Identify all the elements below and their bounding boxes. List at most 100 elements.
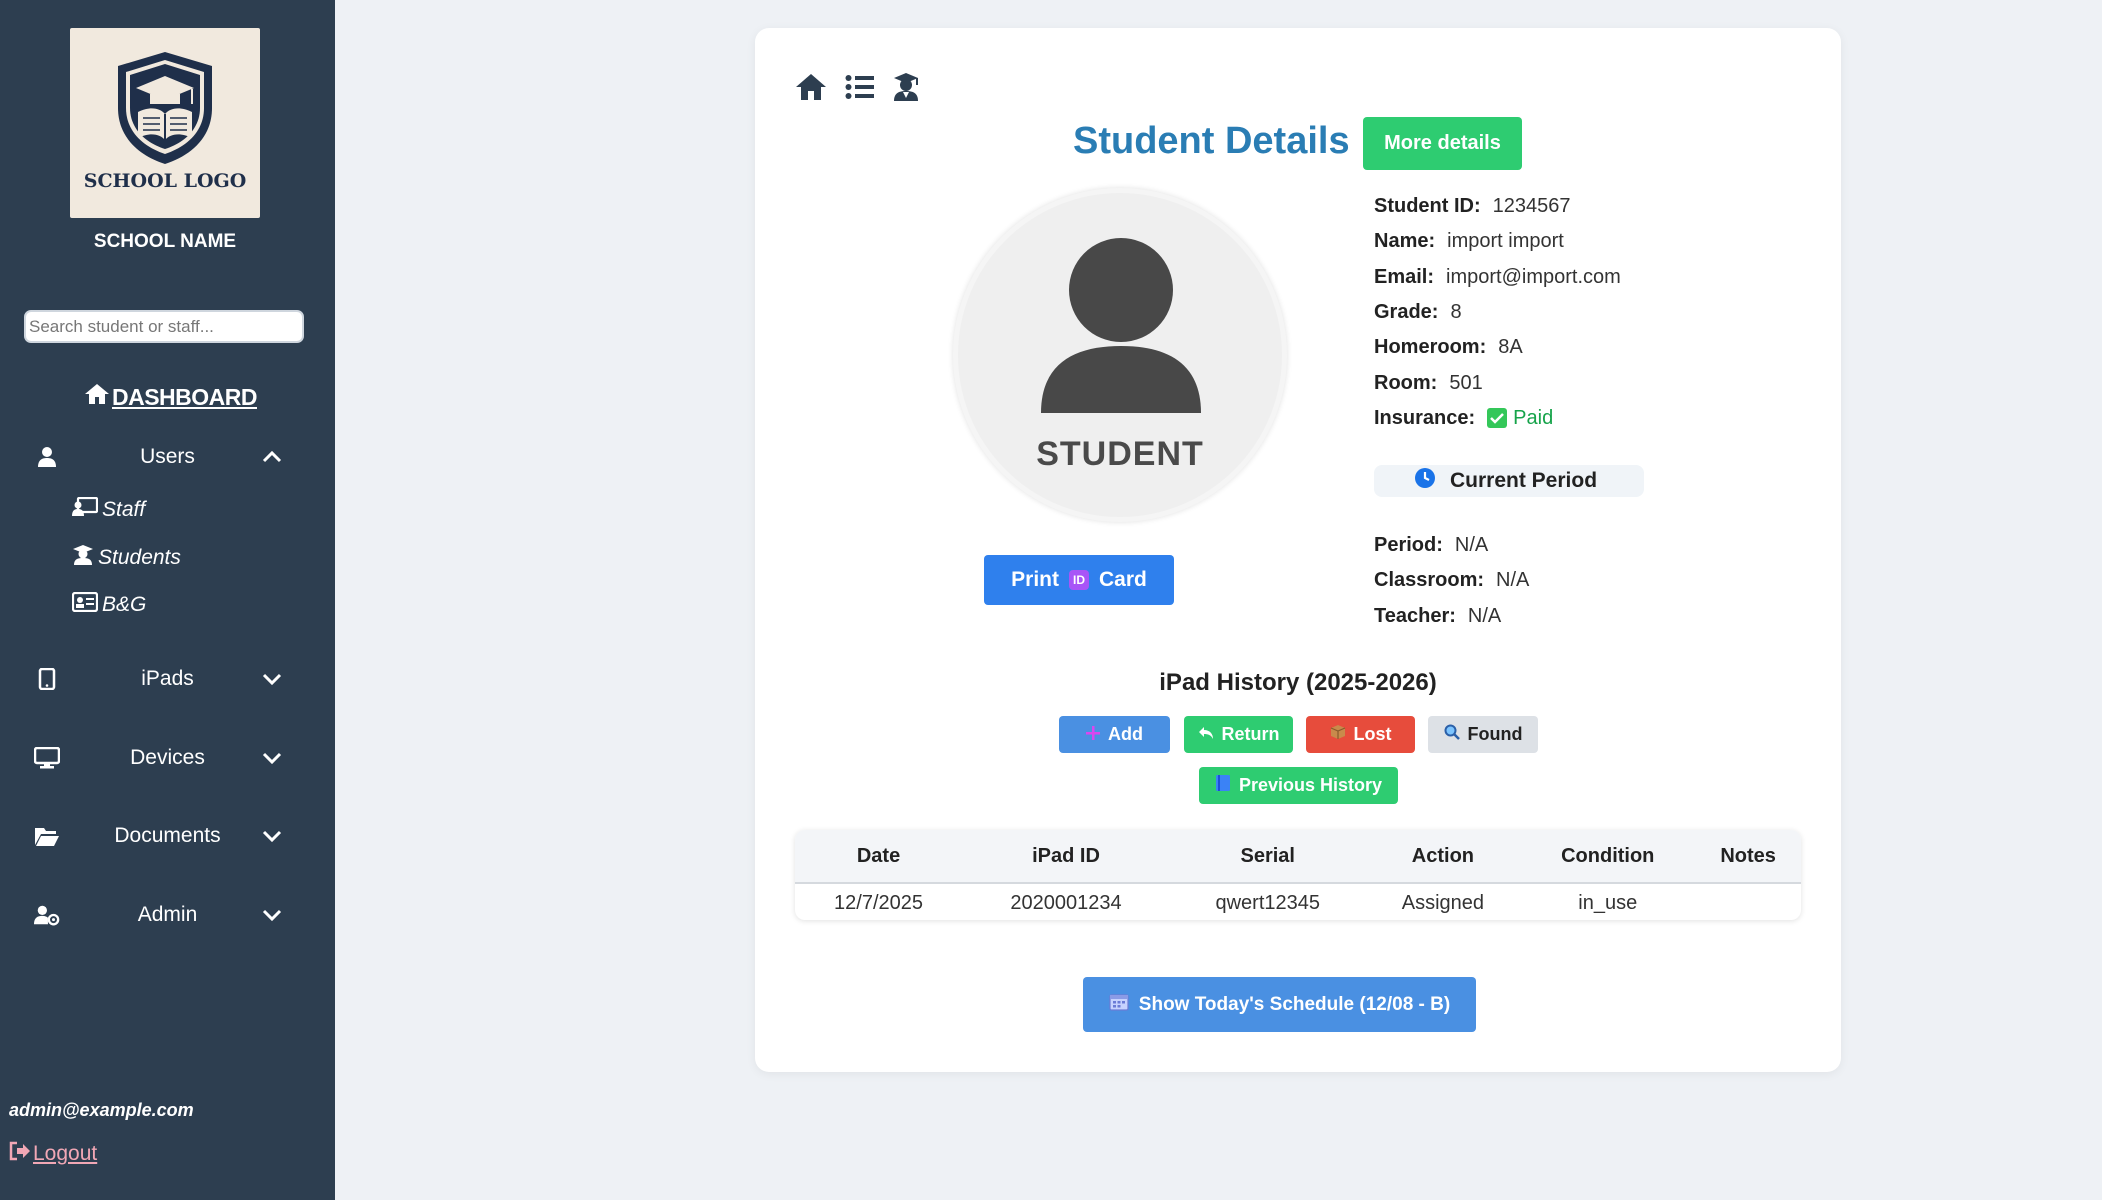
print-id-card-button[interactable]: Print ID Card xyxy=(984,555,1174,605)
info-row-homeroom: Homeroom: 8A xyxy=(1374,330,1621,365)
nav-group-documents[interactable]: Documents xyxy=(0,811,335,861)
found-label: Found xyxy=(1467,724,1523,744)
info-row-room: Room: 501 xyxy=(1374,365,1621,400)
sidebar-item-bg[interactable]: B&G xyxy=(71,589,147,621)
info-key: Email: xyxy=(1374,265,1435,288)
info-value: 8 xyxy=(1450,301,1462,324)
info-key: Student ID: xyxy=(1374,195,1481,218)
period-info: Period: N/A Classroom: N/A Teacher: N/A xyxy=(1374,528,1529,634)
package-icon xyxy=(1330,724,1346,745)
logout-label: Logout xyxy=(33,1142,98,1165)
table-cell: 2020001234 xyxy=(1010,892,1122,914)
clock-icon xyxy=(1414,467,1436,495)
info-value: 8A xyxy=(1498,336,1523,359)
school-name: SCHOOL NAME xyxy=(93,231,237,252)
tablet-icon xyxy=(34,666,60,692)
column-header: Notes xyxy=(1695,830,1801,884)
info-value: N/A xyxy=(1454,534,1489,557)
current-period-label: Current Period xyxy=(1450,469,1598,492)
info-key: Room: xyxy=(1374,371,1438,394)
info-row-classroom: Classroom: N/A xyxy=(1374,563,1529,598)
column-header: Action xyxy=(1365,830,1521,884)
logout-link[interactable]: Logout xyxy=(9,1141,97,1167)
table-header-row: Date iPad ID Serial Action Condition Not… xyxy=(795,830,1801,884)
found-button[interactable]: Found xyxy=(1428,716,1538,753)
previous-history-button[interactable]: Previous History xyxy=(1199,767,1398,804)
top-nav-icons xyxy=(795,72,919,102)
info-value: import import xyxy=(1447,230,1564,253)
magnifier-icon xyxy=(1444,724,1460,745)
table-cell: 12/7/2025 xyxy=(834,892,924,914)
home-icon[interactable] xyxy=(795,72,827,102)
info-key: Period: xyxy=(1374,534,1443,557)
column-header: Serial xyxy=(1169,830,1366,884)
info-row-grade: Grade: 8 xyxy=(1374,295,1621,330)
page-title: Student Details xyxy=(1073,120,1350,162)
sidebar-item-label: Students xyxy=(98,546,181,569)
dashboard-label: DASHBOARD xyxy=(112,383,258,410)
sidebar-item-label: B&G xyxy=(102,593,147,616)
current-period-header: Current Period xyxy=(1374,465,1644,497)
calendar-icon xyxy=(1109,993,1129,1017)
graduate-icon[interactable] xyxy=(893,72,919,102)
sign-out-icon xyxy=(9,1141,31,1167)
add-button[interactable]: Add xyxy=(1059,716,1170,753)
card-label: Card xyxy=(1098,568,1147,591)
info-key: Classroom: xyxy=(1374,569,1485,592)
nav-label-documents: Documents xyxy=(114,824,221,847)
insurance-status: Paid xyxy=(1487,407,1553,430)
chevron-down-icon[interactable] xyxy=(260,824,284,848)
column-header: Condition xyxy=(1520,830,1696,884)
add-label: Add xyxy=(1108,724,1143,744)
table-cell: in_use xyxy=(1578,892,1638,914)
nav-label-admin: Admin xyxy=(137,903,198,926)
info-row-email: Email: import@import.com xyxy=(1374,260,1621,295)
folder-icon xyxy=(34,823,60,849)
info-key: Insurance: xyxy=(1374,406,1476,429)
list-icon[interactable] xyxy=(845,74,875,100)
info-key: Homeroom: xyxy=(1374,336,1487,359)
table-cell xyxy=(1695,883,1801,920)
nav-group-users[interactable]: Users xyxy=(0,432,335,482)
sidebar-item-staff[interactable]: Staff xyxy=(72,494,145,526)
previous-history-label: Previous History xyxy=(1238,775,1383,795)
column-header: iPad ID xyxy=(962,830,1170,884)
sidebar-item-students[interactable]: Students xyxy=(72,542,181,574)
info-row-period: Period: N/A xyxy=(1374,528,1529,563)
info-key: Name: xyxy=(1374,230,1436,253)
lost-button[interactable]: Lost xyxy=(1306,716,1415,753)
chevron-down-icon[interactable] xyxy=(260,903,284,927)
chevron-up-icon[interactable] xyxy=(260,445,284,469)
info-row-student-id: Student ID: 1234567 xyxy=(1374,189,1621,224)
nav-label-users: Users xyxy=(140,445,195,468)
desktop-icon xyxy=(34,745,60,771)
nav-group-admin[interactable]: Admin xyxy=(0,890,335,940)
more-details-button[interactable]: More details xyxy=(1363,117,1522,170)
chevron-down-icon[interactable] xyxy=(260,667,284,691)
nav-group-ipads[interactable]: iPads xyxy=(0,654,335,704)
info-row-name: Name: import import xyxy=(1374,224,1621,259)
admin-email: admin@example.com xyxy=(9,1100,194,1120)
table-cell: Assigned xyxy=(1401,892,1485,914)
info-value: 501 xyxy=(1449,371,1483,394)
info-key: Teacher: xyxy=(1374,604,1456,627)
nav-group-devices[interactable]: Devices xyxy=(0,733,335,783)
ipad-history-table: Date iPad ID Serial Action Condition Not… xyxy=(795,830,1801,920)
user-silhouette-icon xyxy=(1041,238,1201,413)
graduate-icon xyxy=(72,544,94,572)
sidebar-item-label: Staff xyxy=(102,498,146,521)
show-schedule-button[interactable]: Show Today's Schedule (12/08 - B) xyxy=(1083,977,1476,1032)
dashboard-link[interactable]: DASHBOARD xyxy=(84,382,258,412)
check-icon xyxy=(1487,408,1508,429)
sidebar: SCHOOL LOGO SCHOOL NAME DASHBOARD Users … xyxy=(0,0,335,1200)
info-value: N/A xyxy=(1467,604,1502,627)
return-button[interactable]: Return xyxy=(1184,716,1293,753)
book-icon xyxy=(1215,774,1231,797)
chevron-down-icon[interactable] xyxy=(260,746,284,770)
user-gear-icon xyxy=(34,902,60,928)
chalkboard-teacher-icon xyxy=(72,496,99,523)
student-info: Student ID: 1234567 Name: import import … xyxy=(1374,189,1621,436)
search-input[interactable] xyxy=(24,310,304,343)
table-row: 12/7/2025 2020001234 qwert12345 Assigned… xyxy=(795,883,1801,920)
info-value: import@import.com xyxy=(1446,265,1621,288)
